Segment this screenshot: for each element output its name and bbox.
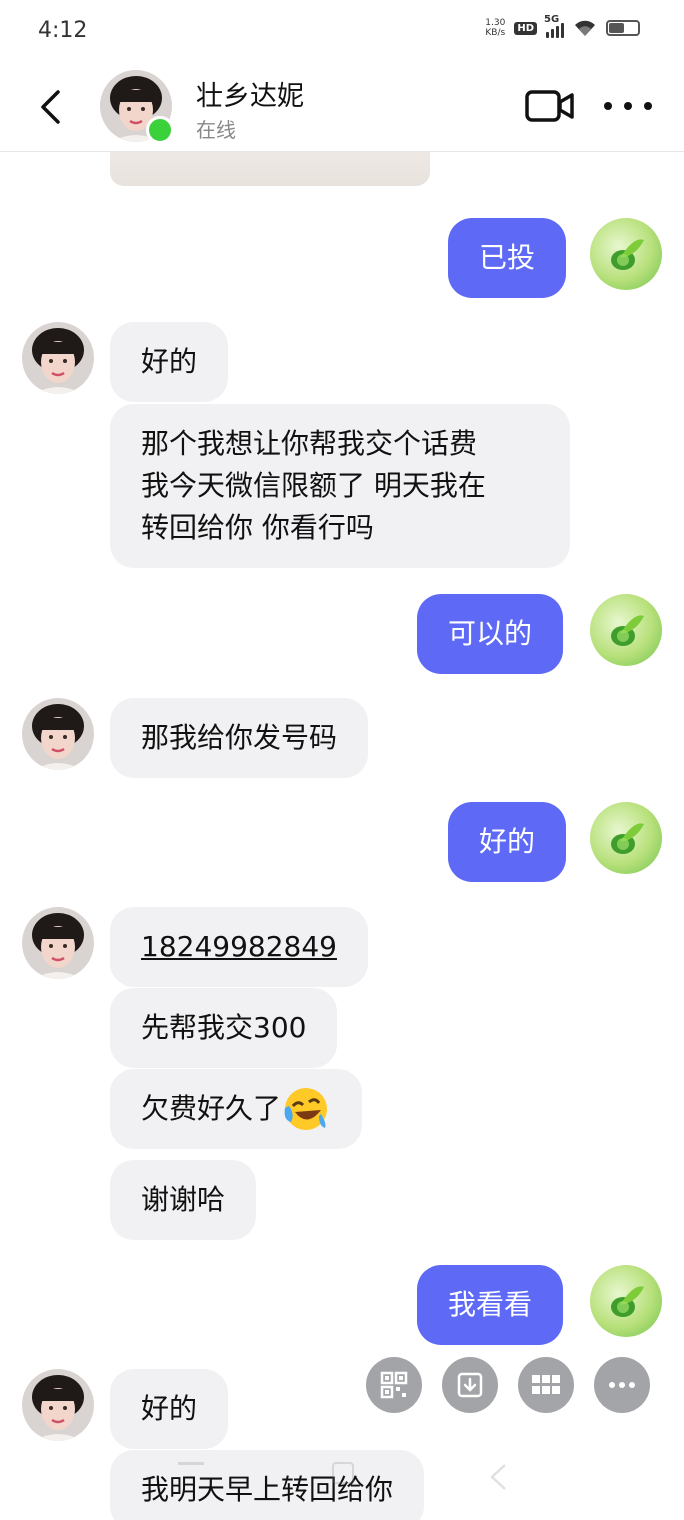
message-bubble-outgoing[interactable]: 已投 <box>448 218 567 298</box>
avatar-photo <box>22 1369 94 1441</box>
message-line: 那个我想让你帮我交个话费 <box>141 427 478 460</box>
chevron-left-icon <box>41 90 60 124</box>
contact-avatar-small[interactable] <box>22 322 94 394</box>
message-bubble-outgoing[interactable]: 可以的 <box>417 594 564 674</box>
dot <box>644 102 652 110</box>
dot <box>624 102 632 110</box>
leaf-icon <box>611 239 644 270</box>
battery-icon <box>606 20 640 36</box>
message-bubble-outgoing[interactable]: 好的 <box>448 802 567 882</box>
nav-menu-icon[interactable] <box>178 1462 204 1465</box>
message-bubble-outgoing[interactable]: 我看看 <box>417 1265 564 1345</box>
more-actions-button[interactable] <box>594 1357 650 1413</box>
apps-grid-icon <box>532 1375 560 1394</box>
nav-back-icon[interactable] <box>488 1462 508 1492</box>
avatar-photo <box>22 322 94 394</box>
message-list[interactable]: 已投 好的 那个我想让你帮我交个话费 我今天微信限额了 明天我在 转回给你 你看… <box>0 152 684 1520</box>
hd-icon: HD <box>514 21 537 35</box>
download-button[interactable] <box>442 1357 498 1413</box>
chat-header: 壮乡达妮 在线 <box>0 62 684 152</box>
message-line: 转回给你 你看行吗 <box>141 511 374 544</box>
contact-avatar[interactable] <box>100 70 174 144</box>
apps-grid-button[interactable] <box>518 1357 574 1413</box>
qr-code-button[interactable] <box>366 1357 422 1413</box>
avatar-photo <box>22 698 94 770</box>
network-speed-unit: KB/s <box>485 28 506 38</box>
contact-avatar-small[interactable] <box>22 698 94 770</box>
leaf-icon <box>611 823 644 854</box>
more-options-button[interactable] <box>604 92 652 120</box>
signal-icon: 5G <box>544 14 564 38</box>
leaf-icon <box>611 615 644 646</box>
status-icons: 1.30 KB/s HD 5G <box>485 14 640 38</box>
contact-avatar-small[interactable] <box>22 1369 94 1441</box>
network-speed-value: 1.30 <box>485 18 506 28</box>
message-line: 我今天微信限额了 明天我在 <box>141 469 486 502</box>
avatar-photo <box>22 907 94 979</box>
my-avatar[interactable] <box>590 594 662 666</box>
message-text: 欠费好久了 <box>141 1092 282 1125</box>
download-icon <box>457 1372 483 1398</box>
contact-status: 在线 <box>196 118 236 142</box>
crying-laughing-emoji <box>284 1088 328 1130</box>
back-button[interactable] <box>30 84 70 130</box>
message-bubble-incoming[interactable]: 那我给你发号码 <box>110 698 369 778</box>
message-bubble-incoming[interactable]: 那个我想让你帮我交个话费 我今天微信限额了 明天我在 转回给你 你看行吗 <box>110 404 570 568</box>
my-avatar[interactable] <box>590 802 662 874</box>
message-bubble-incoming[interactable]: 18249982849 <box>110 907 368 987</box>
wifi-icon <box>575 20 595 36</box>
video-camera-icon <box>525 90 574 122</box>
message-bubble-incoming[interactable]: 先帮我交300 <box>110 988 338 1068</box>
message-bubble-incoming[interactable]: 谢谢哈 <box>110 1160 257 1240</box>
online-status-dot <box>146 116 174 144</box>
contact-avatar-small[interactable] <box>22 907 94 979</box>
dot <box>604 102 612 110</box>
status-time: 4:12 <box>38 18 88 43</box>
phone-number-link[interactable]: 18249982849 <box>141 930 337 963</box>
network-speed: 1.30 KB/s <box>485 18 505 38</box>
message-bubble-incoming[interactable]: 好的 <box>110 1369 229 1449</box>
message-bubble-incoming[interactable]: 好的 <box>110 322 229 402</box>
my-avatar[interactable] <box>590 1265 662 1337</box>
contact-name: 壮乡达妮 <box>196 81 304 112</box>
message-bubble-incoming[interactable]: 我明天早上转回给你 <box>110 1450 425 1520</box>
leaf-icon <box>611 1286 644 1317</box>
network-type: 5G <box>544 14 560 25</box>
image-message[interactable] <box>110 152 430 186</box>
qr-code-icon <box>380 1371 408 1399</box>
status-bar: 4:12 1.30 KB/s HD 5G <box>0 0 684 62</box>
more-icon <box>609 1382 635 1388</box>
nav-home-icon[interactable] <box>332 1462 354 1484</box>
my-avatar[interactable] <box>590 218 662 290</box>
video-call-button[interactable] <box>524 86 576 126</box>
message-bubble-incoming[interactable]: 欠费好久了 <box>110 1069 363 1149</box>
